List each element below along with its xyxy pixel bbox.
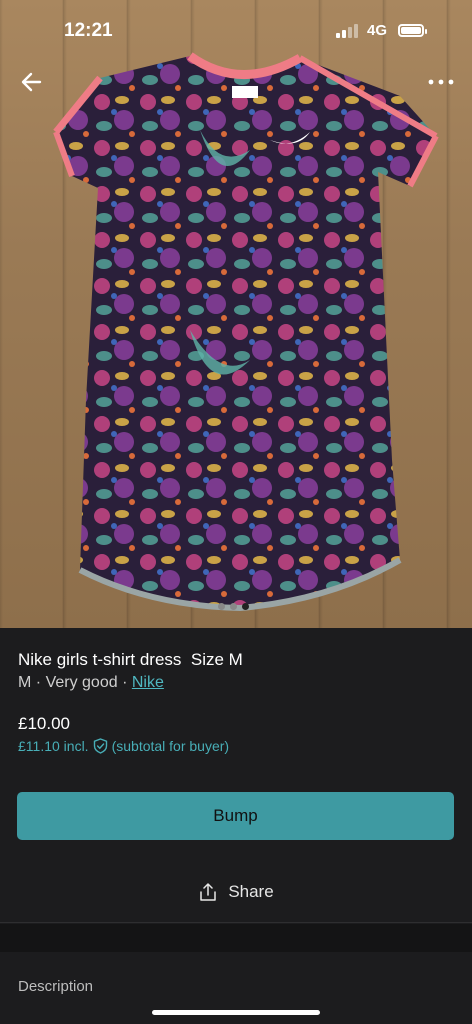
buyer-price-info[interactable]: £11.10 incl. (subtotal for buyer) [18, 738, 229, 754]
description-heading: Description [18, 978, 94, 995]
item-size: M [18, 674, 32, 691]
more-options-button[interactable] [424, 68, 458, 96]
shield-check-icon [93, 738, 107, 754]
carousel-dot-active[interactable] [242, 603, 249, 610]
item-title: Nike girls t-shirt dress Size M [18, 650, 243, 669]
battery-icon [398, 24, 427, 37]
dress-image [53, 52, 439, 612]
item-photo[interactable]: 12:21 4G [0, 0, 472, 628]
item-price: £10.00 [18, 714, 70, 733]
bump-button[interactable]: Bump [17, 792, 454, 840]
status-time: 12:21 [64, 20, 113, 41]
signal-icon [336, 24, 358, 38]
price-incl: £11.10 incl. [18, 738, 89, 754]
status-bar: 12:21 4G [0, 0, 472, 62]
share-button[interactable]: Share [0, 872, 472, 912]
carousel-dot[interactable] [218, 603, 225, 610]
share-label: Share [228, 882, 274, 901]
share-icon [200, 883, 217, 901]
item-meta: M · Very good · Nike [18, 674, 164, 692]
buyer-note: (subtotal for buyer) [111, 738, 230, 754]
arrow-left-icon [21, 72, 42, 92]
brand-link[interactable]: Nike [132, 674, 164, 691]
more-dots-icon [428, 79, 454, 85]
carousel-dot[interactable] [230, 603, 237, 610]
section-gap [0, 924, 472, 952]
divider [0, 922, 472, 923]
back-button[interactable] [18, 68, 46, 96]
network-label: 4G [367, 22, 388, 39]
home-indicator[interactable] [152, 1010, 320, 1015]
item-condition: Very good [45, 674, 118, 691]
meta-separator: · [122, 674, 128, 691]
carousel-indicator[interactable] [218, 603, 249, 610]
meta-separator: · [35, 674, 42, 691]
